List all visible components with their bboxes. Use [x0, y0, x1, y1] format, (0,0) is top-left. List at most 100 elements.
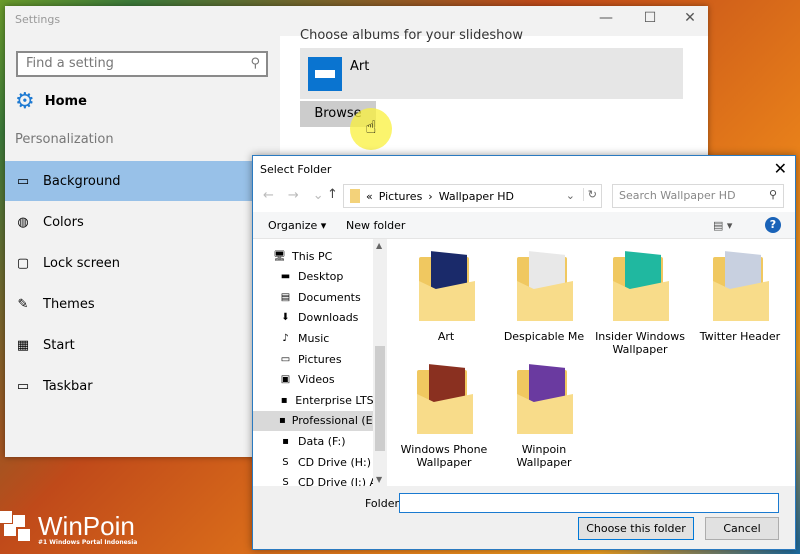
navigation-tree: 🖥 This PC ▬ Desktop ▤ Documents ⬇ Downloads ♪ Mus…	[253, 239, 387, 486]
tree-item[interactable]: ▬ Desktop	[279, 267, 386, 287]
tree-item[interactable]: ▤ Documents	[279, 287, 386, 307]
tree-item-icon: S	[282, 456, 289, 468]
tree-item-icon: ▣	[280, 374, 291, 386]
folder-thumbnail-icon	[409, 364, 479, 438]
palette-icon: ◍	[17, 214, 29, 230]
search-placeholder: Find a setting	[26, 56, 114, 71]
dialog-footer: Folder: Choose this folder Cancel	[253, 486, 795, 549]
folder-item[interactable]: Insider Windows Wallpaper	[595, 251, 685, 356]
tree-item-label: Downloads	[298, 311, 359, 325]
nav-label: Themes	[43, 296, 95, 312]
home-link[interactable]: ⚙ Home	[15, 89, 87, 114]
folder-name: Art	[437, 330, 455, 343]
search-icon: ⚲	[768, 188, 777, 201]
tree-item[interactable]: ▭ Pictures	[279, 349, 386, 369]
tree-item-label: Professional (E:)	[291, 414, 381, 428]
folder-name: Windows Phone Wallpaper	[400, 443, 488, 469]
folder-input[interactable]	[399, 493, 779, 513]
search-placeholder: Search Wallpaper HD	[619, 189, 736, 202]
folder-item[interactable]: Art	[401, 251, 491, 343]
tree-item[interactable]: 🖥 This PC	[273, 246, 383, 266]
help-icon[interactable]: ?	[765, 217, 781, 233]
tree-item[interactable]: S CD Drive (I:) Ar	[279, 473, 386, 486]
folder-icon	[350, 189, 360, 203]
folder-thumbnail-icon	[509, 364, 579, 438]
chevron-down-icon[interactable]: ⌄	[566, 189, 575, 202]
tree-item[interactable]: ▪ Enterprise LTSB (	[279, 390, 386, 410]
nav-item-colors[interactable]: ◍ Colors	[5, 202, 280, 242]
tree-item-label: Pictures	[298, 352, 342, 366]
start-icon: ▦	[16, 337, 30, 353]
nav-label: Background	[43, 173, 121, 189]
refresh-icon[interactable]: ↻	[582, 188, 597, 201]
folder-item[interactable]: Windows Phone Wallpaper	[399, 364, 489, 469]
tree-scrollbar[interactable]: ▲ ▼	[373, 239, 387, 486]
tree-item-icon: ⬇	[281, 312, 290, 324]
dialog-title: Select Folder	[260, 163, 332, 176]
search-folder-input[interactable]: Search Wallpaper HD ⚲	[612, 184, 784, 208]
tree-item-label: Desktop	[298, 270, 344, 284]
tree-item[interactable]: S CD Drive (H:) An	[279, 452, 386, 472]
tree-item-icon: ▬	[280, 271, 291, 283]
nav-label: Colors	[43, 214, 84, 230]
search-icon: ⚲	[250, 56, 260, 71]
folder-item[interactable]: Twitter Header	[695, 251, 785, 343]
folder-thumbnail-icon	[411, 251, 481, 325]
tree-item-icon: 🖥	[273, 250, 286, 262]
folder-name: Insider Windows Wallpaper	[595, 330, 685, 356]
organize-button[interactable]: Organize ▾	[268, 219, 326, 232]
nav-item-start[interactable]: ▦ Start	[5, 325, 280, 365]
tree-item[interactable]: ▪ Professional (E:)	[253, 410, 381, 431]
tree-item-label: Music	[298, 331, 330, 345]
close-button[interactable]: ✕	[675, 10, 705, 26]
nav-item-taskbar[interactable]: ▭ Taskbar	[5, 366, 280, 406]
folder-item[interactable]: Winpoin Wallpaper	[499, 364, 589, 469]
new-folder-button[interactable]: New folder	[346, 219, 405, 232]
tree-item-label: Data (F:)	[298, 434, 346, 448]
breadcrumb-wallpaper-hd[interactable]: Wallpaper HD	[439, 190, 514, 203]
section-title: Personalization	[15, 132, 114, 147]
nav-label: Start	[43, 337, 75, 353]
folder-thumbnail-icon	[605, 251, 675, 325]
folder-name: Despicable Me	[503, 330, 585, 343]
home-label: Home	[44, 94, 87, 109]
select-folder-dialog: Select Folder ✕ ←→⌄ ↑ « Pictures › Wallp…	[252, 155, 796, 550]
gear-icon: ⚙	[15, 89, 35, 114]
maximize-button[interactable]: ☐	[635, 10, 665, 26]
nav-label: Taskbar	[43, 378, 93, 394]
view-options-icon[interactable]: ▤ ▾	[713, 219, 732, 232]
folder-label: Folder:	[365, 497, 403, 510]
tree-item[interactable]: ▣ Videos	[279, 370, 386, 390]
find-setting-input[interactable]: Find a setting ⚲	[16, 51, 268, 77]
cancel-button[interactable]: Cancel	[705, 517, 779, 540]
hand-cursor-icon: ☝	[350, 108, 392, 150]
album-label: Art	[350, 59, 370, 74]
window-title: Settings	[15, 13, 61, 26]
up-arrow-icon[interactable]: ↑	[327, 187, 338, 202]
nav-label: Lock screen	[43, 255, 120, 271]
breadcrumb-overflow[interactable]: «	[366, 190, 373, 203]
breadcrumb-separator: ›	[428, 189, 433, 203]
breadcrumb-pictures[interactable]: Pictures	[379, 190, 423, 203]
tree-item-icon: ▪	[280, 394, 288, 406]
slideshow-heading: Choose albums for your slideshow	[300, 28, 523, 43]
tree-item-icon: ▪	[279, 415, 286, 427]
winpoin-logo: WinPoin #1 Windows Portal Indonesia	[0, 511, 137, 547]
address-bar[interactable]: « Pictures › Wallpaper HD ⌄ ↻	[343, 184, 602, 208]
tree-item[interactable]: ▪ Data (F:)	[279, 431, 386, 451]
folder-thumbnail-icon	[509, 251, 579, 325]
folder-item[interactable]: Despicable Me	[499, 251, 589, 343]
nav-item-background[interactable]: ▭ Background	[5, 161, 280, 201]
choose-folder-button[interactable]: Choose this folder	[578, 517, 694, 540]
themes-icon: ✎	[17, 296, 29, 312]
minimize-button[interactable]: —	[591, 10, 621, 26]
dialog-close-button[interactable]: ✕	[774, 159, 787, 178]
folder-name: Twitter Header	[699, 330, 781, 343]
tree-item[interactable]: ♪ Music	[279, 328, 386, 348]
nav-item-themes[interactable]: ✎ Themes	[5, 284, 280, 324]
tree-item[interactable]: ⬇ Downloads	[279, 308, 386, 328]
album-art[interactable]: Art	[300, 48, 683, 99]
image-icon: ▭	[16, 173, 30, 189]
nav-item-lock-screen[interactable]: ▢ Lock screen	[5, 243, 280, 283]
tree-item-label: Videos	[298, 373, 335, 387]
